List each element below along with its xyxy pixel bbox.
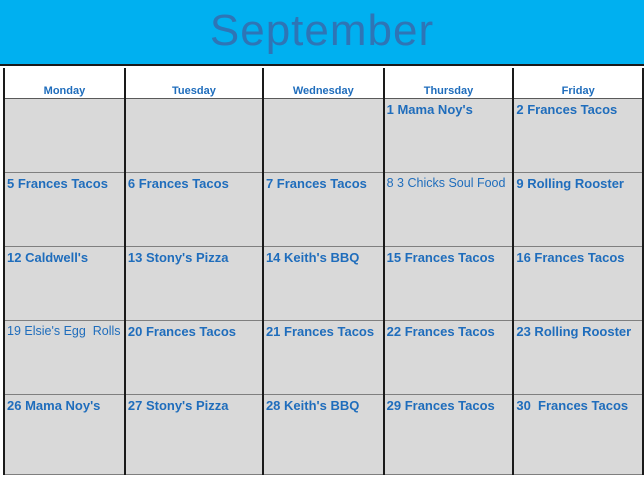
day-entry: 30 Frances Tacos	[516, 397, 629, 413]
day-cell[interactable]: 26 Mama Noy's	[3, 394, 126, 475]
day-cell[interactable]: 9 Rolling Rooster	[512, 172, 644, 247]
week-row: 12 Caldwell's 13 Stony's Pizza 14 Keith'…	[3, 246, 644, 321]
day-cell[interactable]: 29 Frances Tacos	[382, 394, 515, 475]
day-entry: 15 Frances Tacos	[386, 249, 495, 265]
calendar-sheet: September Monday Tuesday Wednesday Thurs…	[0, 0, 644, 480]
day-entry: 2 Frances Tacos	[516, 101, 618, 117]
day-cell[interactable]: 1 Mama Noy's	[382, 98, 515, 173]
day-entry: 20 Frances Tacos	[127, 323, 237, 339]
month-banner: September	[0, 0, 644, 66]
day-entry: 23 Rolling Rooster	[516, 323, 632, 339]
day-cell[interactable]: 27 Stony's Pizza	[123, 394, 264, 475]
weekday-label: Wednesday	[292, 84, 354, 97]
weekday-header[interactable]: Thursday	[382, 68, 515, 99]
day-entry: 19 Elsie's Egg Rolls	[7, 323, 121, 338]
day-cell[interactable]: 21 Frances Tacos	[261, 320, 385, 395]
day-entry	[264, 99, 383, 102]
day-entry	[5, 99, 124, 102]
day-cell[interactable]	[3, 98, 126, 173]
day-entry: 28 Keith's BBQ	[265, 397, 360, 413]
day-cell[interactable]: 23 Rolling Rooster	[512, 320, 644, 395]
day-cell[interactable]: 8 3 Chicks Soul Food	[382, 172, 515, 247]
day-entry: 14 Keith's BBQ	[265, 249, 360, 265]
day-entry: 21 Frances Tacos	[265, 323, 375, 339]
day-entry: 8 3 Chicks Soul Food	[386, 175, 506, 190]
weekday-label: Thursday	[423, 84, 474, 97]
day-entry	[126, 99, 262, 102]
day-entry: 26 Mama Noy's	[7, 397, 101, 413]
weekday-header[interactable]: Monday	[3, 68, 126, 99]
day-entry: 27 Stony's Pizza	[127, 397, 229, 413]
day-entry: 6 Frances Tacos	[127, 175, 229, 191]
day-cell[interactable]: 28 Keith's BBQ	[261, 394, 385, 475]
weekday-label: Friday	[561, 84, 595, 97]
weekday-header[interactable]: Friday	[512, 68, 644, 99]
week-row: 26 Mama Noy's 27 Stony's Pizza 28 Keith'…	[3, 394, 644, 475]
day-cell[interactable]: 14 Keith's BBQ	[261, 246, 385, 321]
week-row: 1 Mama Noy's 2 Frances Tacos	[3, 98, 644, 173]
week-row: 19 Elsie's Egg Rolls 20 Frances Tacos 21…	[3, 320, 644, 395]
day-entry: 13 Stony's Pizza	[127, 249, 229, 265]
day-cell[interactable]: 5 Frances Tacos	[3, 172, 126, 247]
weekday-header[interactable]: Wednesday	[261, 68, 385, 99]
day-cell[interactable]: 2 Frances Tacos	[512, 98, 644, 173]
day-cell[interactable]: 19 Elsie's Egg Rolls	[3, 320, 126, 395]
day-cell[interactable]: 12 Caldwell's	[3, 246, 126, 321]
calendar-grid: Monday Tuesday Wednesday Thursday Friday…	[3, 68, 644, 475]
day-cell[interactable]: 7 Frances Tacos	[261, 172, 385, 247]
weekday-label: Tuesday	[172, 84, 216, 97]
weekday-label: Monday	[43, 84, 86, 97]
day-cell[interactable]: 22 Frances Tacos	[382, 320, 515, 395]
day-entry: 29 Frances Tacos	[386, 397, 495, 413]
day-cell[interactable]: 30 Frances Tacos	[512, 394, 644, 475]
day-cell[interactable]: 13 Stony's Pizza	[123, 246, 264, 321]
day-entry: 5 Frances Tacos	[7, 175, 108, 191]
day-entry: 22 Frances Tacos	[386, 323, 495, 339]
day-entry: 7 Frances Tacos	[265, 175, 367, 191]
weekday-header-row: Monday Tuesday Wednesday Thursday Friday	[3, 68, 644, 99]
month-title: September	[209, 6, 435, 55]
day-entry: 1 Mama Noy's	[386, 101, 473, 117]
day-cell[interactable]: 6 Frances Tacos	[123, 172, 264, 247]
week-row: 5 Frances Tacos 6 Frances Tacos 7 France…	[3, 172, 644, 247]
day-entry: 12 Caldwell's	[7, 249, 89, 265]
weekday-header[interactable]: Tuesday	[123, 68, 264, 99]
day-cell[interactable]	[123, 98, 264, 173]
day-entry: 16 Frances Tacos	[516, 249, 625, 265]
day-cell[interactable]: 20 Frances Tacos	[123, 320, 264, 395]
day-cell[interactable]	[261, 98, 385, 173]
day-cell[interactable]: 16 Frances Tacos	[512, 246, 644, 321]
day-entry: 9 Rolling Rooster	[516, 175, 624, 191]
day-cell[interactable]: 15 Frances Tacos	[382, 246, 515, 321]
